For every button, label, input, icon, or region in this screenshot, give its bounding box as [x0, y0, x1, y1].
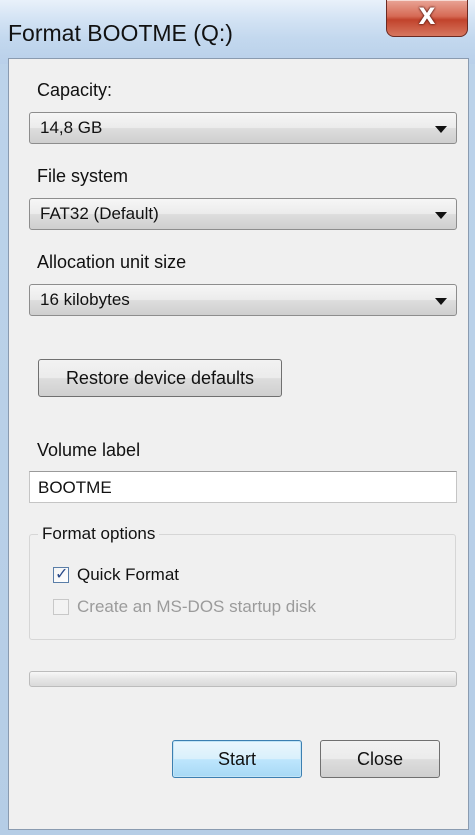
close-icon: X — [418, 5, 436, 30]
restore-defaults-button[interactable]: Restore device defaults — [38, 359, 282, 397]
checkmark-icon: ✓ — [55, 564, 69, 583]
file-system-select[interactable]: FAT32 (Default) — [29, 198, 457, 230]
chevron-down-icon — [435, 212, 447, 219]
quick-format-label[interactable]: Quick Format — [77, 565, 179, 585]
window-close-button[interactable]: X — [386, 0, 468, 37]
msdos-startup-label: Create an MS-DOS startup disk — [77, 597, 317, 616]
format-progress-bar — [29, 671, 457, 687]
allocation-select[interactable]: 16 kilobytes — [29, 284, 457, 316]
chevron-down-icon — [435, 126, 447, 133]
chevron-down-icon — [435, 298, 447, 305]
file-system-label: File system — [37, 166, 129, 186]
volume-label-value: BOOTME — [38, 478, 112, 497]
volume-label-label: Volume label — [37, 440, 141, 460]
close-button[interactable]: Close — [320, 740, 440, 778]
allocation-label: Allocation unit size — [37, 252, 187, 272]
window-title: Format BOOTME (Q:) — [8, 20, 233, 46]
file-system-value: FAT32 (Default) — [40, 204, 159, 223]
msdos-startup-checkbox — [53, 599, 69, 615]
quick-format-checkbox[interactable]: ✓ — [53, 564, 69, 583]
format-dialog: Format BOOTME (Q:) X Capacity: 14,8 GB F… — [0, 0, 475, 835]
start-button[interactable]: Start — [172, 740, 302, 778]
format-options-group — [29, 534, 456, 640]
capacity-value: 14,8 GB — [40, 118, 103, 137]
allocation-value: 16 kilobytes — [40, 290, 130, 309]
format-options-legend: Format options — [38, 524, 160, 544]
capacity-select[interactable]: 14,8 GB — [29, 112, 457, 144]
capacity-label: Capacity: — [37, 80, 113, 100]
volume-label-input[interactable]: BOOTME — [29, 471, 457, 503]
title-bar[interactable]: Format BOOTME (Q:) X — [0, 0, 475, 64]
